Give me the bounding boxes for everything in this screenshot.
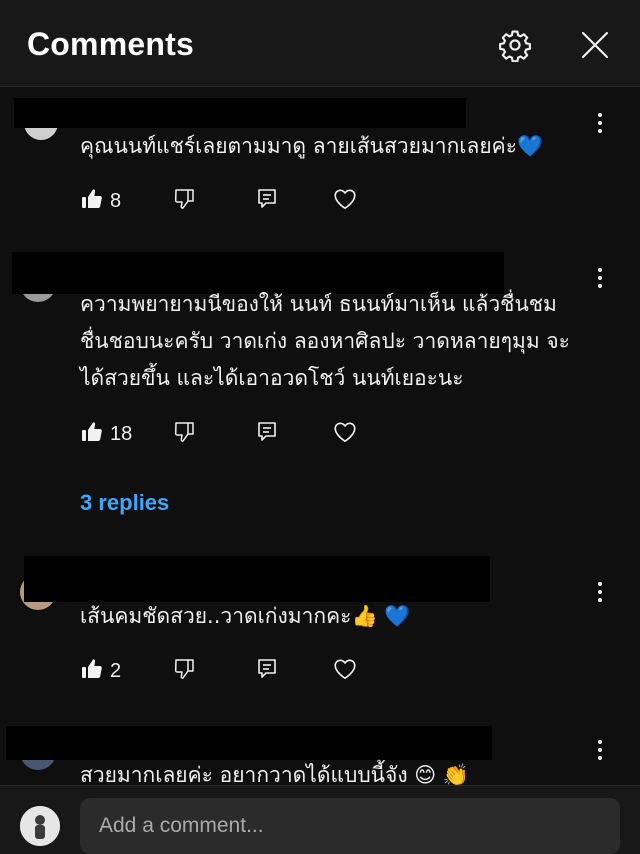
comment-item: คุณนนท์แชร์เลยตามมาดู ลายเส้นสวยมากเลยค่… (0, 86, 640, 246)
add-comment-bar: Add a comment... (0, 785, 640, 854)
thumbs-down-icon (173, 187, 197, 216)
like-count: 8 (110, 189, 122, 212)
redacted-author (14, 98, 466, 128)
comment-actions: 2 (80, 656, 380, 686)
thumbs-up-icon (80, 657, 104, 686)
thumbs-down-icon (173, 420, 197, 449)
thumbs-up-icon (80, 420, 104, 449)
thumbs-up-icon (80, 187, 104, 216)
reply-button[interactable] (255, 419, 279, 449)
comment-item: สวยมากเลยค่ะ อยากวาดได้แบบนี้จัง 😊 👏 (0, 722, 640, 785)
heart-icon (332, 656, 358, 687)
dislike-button[interactable] (173, 186, 197, 216)
redacted-author (6, 726, 492, 760)
like-button[interactable]: 18 (80, 419, 132, 449)
heart-button[interactable] (332, 419, 358, 449)
reply-button[interactable] (255, 186, 279, 216)
heart-button[interactable] (332, 656, 358, 686)
add-comment-input[interactable]: Add a comment... (80, 798, 620, 854)
like-count: 2 (110, 659, 122, 682)
comment-text: สวยมากเลยค่ะ อยากวาดได้แบบนี้จัง 😊 👏 (80, 763, 469, 785)
reply-icon (255, 657, 279, 686)
reply-button[interactable] (255, 656, 279, 686)
avatar (20, 806, 60, 846)
comment-actions: 8 (80, 186, 380, 216)
comment-text: ความพยายามนีของให้ นนท์ ธนนท์มาเห็น แล้ว… (80, 292, 570, 390)
comments-header: Comments (0, 0, 640, 87)
like-button[interactable]: 2 (80, 656, 121, 686)
like-button[interactable]: 8 (80, 186, 121, 216)
redacted-author (24, 556, 490, 602)
dislike-button[interactable] (173, 419, 197, 449)
gear-icon[interactable] (496, 26, 534, 64)
like-count: 18 (110, 422, 133, 445)
panel-title: Comments (27, 26, 194, 62)
dislike-button[interactable] (173, 656, 197, 686)
heart-button[interactable] (332, 186, 358, 216)
comment-text: คุณนนท์แชร์เลยตามมาดู ลายเส้นสวยมากเลยค่… (80, 134, 544, 158)
comment-actions: 18 (80, 419, 380, 449)
comment-item: เส้นคมชัดสวย..วาดเก่งมากคะ👍 💙 2 (0, 552, 640, 712)
heart-icon (332, 419, 358, 450)
reply-icon (255, 187, 279, 216)
close-icon[interactable] (576, 26, 614, 64)
comment-text: เส้นคมชัดสวย..วาดเก่งมากคะ👍 💙 (80, 604, 411, 628)
reply-icon (255, 420, 279, 449)
heart-icon (332, 186, 358, 217)
view-replies-button[interactable]: 3 replies (80, 490, 169, 516)
thumbs-down-icon (173, 657, 197, 686)
